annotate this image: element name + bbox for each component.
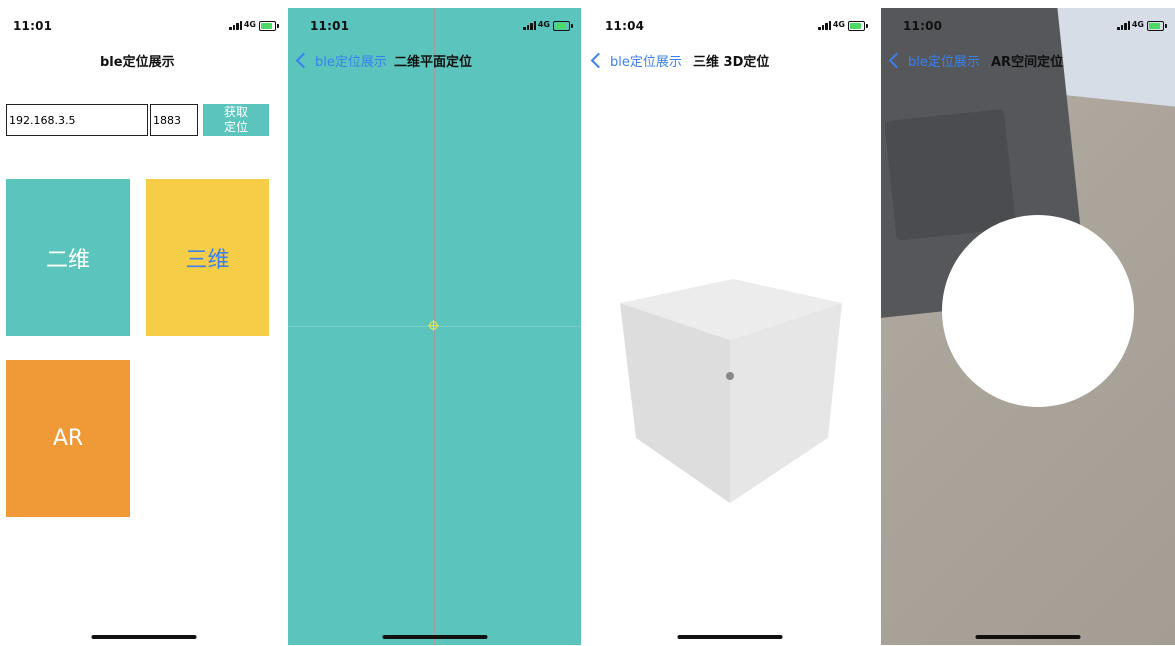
battery-icon xyxy=(553,21,573,31)
home-indicator[interactable] xyxy=(677,635,782,639)
port-input[interactable] xyxy=(150,104,198,136)
battery-icon xyxy=(259,21,279,31)
back-label: ble定位展示 xyxy=(315,55,387,70)
signal-icon xyxy=(818,21,832,30)
home-indicator[interactable] xyxy=(91,635,196,639)
home-indicator[interactable] xyxy=(975,635,1081,639)
get-location-label: 获取 定位 xyxy=(223,105,248,134)
3d-cube-view[interactable] xyxy=(616,273,846,508)
page-title: 二维平面定位 xyxy=(394,55,473,70)
status-bar: 11:01 4G xyxy=(0,8,287,44)
network-label: 4G xyxy=(537,20,550,29)
status-bar: 11:00 4G xyxy=(881,8,1175,44)
get-location-button[interactable]: 获取 定位 xyxy=(203,104,269,136)
chevron-left-icon xyxy=(590,52,607,69)
network-label: 4G xyxy=(832,20,845,29)
chevron-left-icon xyxy=(295,52,312,69)
screen-ar: 11:00 4G ble定位展示 AR空间定位 xyxy=(881,8,1175,645)
back-label: ble定位展示 xyxy=(908,55,980,70)
battery-icon xyxy=(848,21,868,31)
back-button[interactable]: ble定位展示 xyxy=(294,51,387,70)
3d-tile-button[interactable]: 三维 xyxy=(146,179,269,336)
status-time: 11:01 xyxy=(310,19,350,33)
ip-address-input[interactable] xyxy=(6,104,148,136)
status-bar: 11:01 4G xyxy=(288,8,581,44)
ar-tile-button[interactable]: AR xyxy=(6,360,130,517)
screen-2d: 11:01 4G ble定位展示 二维平面定位 xyxy=(288,8,581,645)
2d-tile-label: 二维 xyxy=(45,247,90,273)
3d-tile-label: 三维 xyxy=(185,247,230,273)
battery-icon xyxy=(1147,21,1167,31)
home-indicator[interactable] xyxy=(382,635,487,639)
status-time: 11:01 xyxy=(13,19,53,33)
ar-sphere[interactable] xyxy=(942,215,1134,407)
status-time: 11:04 xyxy=(605,19,645,33)
back-button[interactable]: ble定位展示 xyxy=(589,51,682,70)
crosshair-icon xyxy=(428,320,439,331)
network-label: 4G xyxy=(1131,20,1144,29)
ar-tile-label: AR xyxy=(52,426,84,451)
page-title: 三维 3D定位 xyxy=(693,55,770,70)
back-label: ble定位展示 xyxy=(610,55,682,70)
back-button[interactable]: ble定位展示 xyxy=(887,51,980,70)
signal-icon xyxy=(1117,21,1131,30)
page-title: AR空间定位 xyxy=(991,55,1064,70)
signal-icon xyxy=(523,21,537,30)
page-title: ble定位展示 xyxy=(100,55,175,70)
status-bar: 11:04 4G xyxy=(583,8,876,44)
screen-home: 11:01 4G ble定位展示 获取 定位 二维 三维 AR xyxy=(0,8,287,645)
signal-icon xyxy=(229,21,243,30)
status-time: 11:00 xyxy=(903,19,943,33)
network-label: 4G xyxy=(243,20,256,29)
screen-3d: 11:04 4G ble定位展示 三维 3D定位 xyxy=(583,8,876,645)
2d-tile-button[interactable]: 二维 xyxy=(6,179,130,336)
chevron-left-icon xyxy=(888,52,905,69)
